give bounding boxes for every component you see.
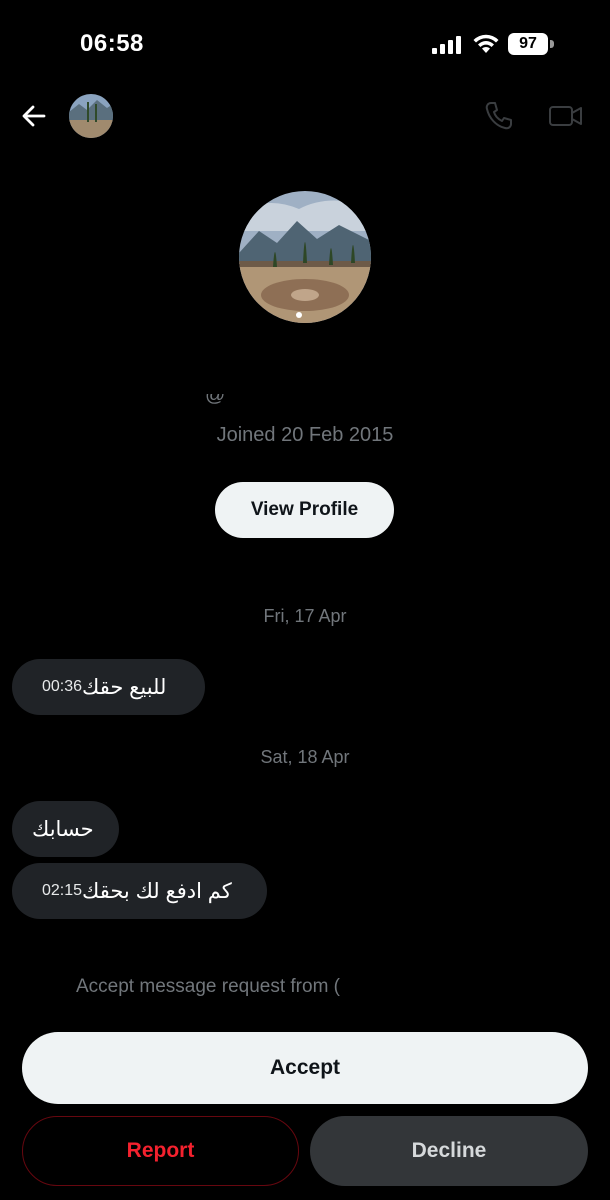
battery-percentage: 97 <box>519 35 537 52</box>
message-bubble[interactable]: كم ادفع لك بحقك 02:15 <box>12 863 267 919</box>
cellular-signal-icon <box>432 36 461 54</box>
profile-avatar[interactable] <box>239 191 371 323</box>
header-avatar[interactable] <box>69 94 113 138</box>
battery-indicator: 97 <box>508 33 556 57</box>
status-time: 06:58 <box>80 30 144 57</box>
message-time: 00:36 <box>42 678 83 695</box>
video-camera-icon[interactable] <box>548 100 584 132</box>
message-bubble[interactable]: للبيع حقك 00:36 <box>12 659 205 715</box>
view-profile-button[interactable]: View Profile <box>215 482 394 538</box>
profile-handle: @ <box>205 394 226 406</box>
message-time: 02:15 <box>42 882 83 899</box>
accept-button[interactable]: Accept <box>22 1032 588 1104</box>
arrow-left-icon[interactable] <box>18 100 50 132</box>
profile-avatar-image <box>239 191 371 323</box>
date-separator: Sat, 18 Apr <box>260 747 350 767</box>
message-bubble[interactable]: حسابك <box>12 801 119 857</box>
avatar-image <box>69 94 113 138</box>
phone-icon[interactable] <box>484 100 514 132</box>
message-text: كم ادفع لك بحقك <box>82 879 232 903</box>
message-text: للبيع حقك <box>82 675 167 699</box>
report-button[interactable]: Report <box>22 1116 299 1186</box>
joined-date: Joined 20 Feb 2015 <box>216 424 394 446</box>
date-separator: Fri, 17 Apr <box>263 606 347 626</box>
message-request-prompt: Accept message request from ( <box>76 976 340 997</box>
decline-button[interactable]: Decline <box>310 1116 588 1186</box>
message-text: حسابك <box>32 817 94 841</box>
wifi-icon <box>473 34 499 53</box>
